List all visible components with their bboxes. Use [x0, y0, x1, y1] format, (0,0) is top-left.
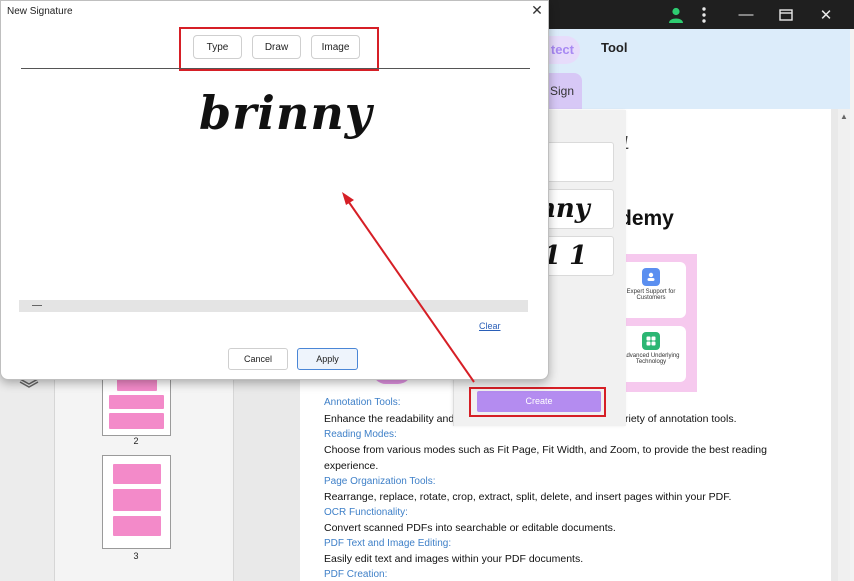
body-text: Convert scanned PDFs into searchable or … — [324, 522, 616, 534]
scroll-up-icon[interactable]: ▲ — [838, 112, 850, 121]
new-signature-dialog: New Signature ✕ Type Draw Image brinny C… — [0, 0, 549, 380]
body-text: experience. — [324, 460, 379, 472]
section-heading: PDF Creation: — [324, 569, 388, 580]
draw-mode-button[interactable]: Draw — [252, 35, 301, 59]
body-text: Rearrange, replace, rotate, crop, extrac… — [324, 491, 732, 503]
thumbnail-number: 3 — [133, 551, 139, 561]
signature-preview[interactable]: brinny — [199, 86, 373, 140]
close-window-icon[interactable]: ✕ — [806, 0, 846, 29]
feature-card: Advanced Underlying Technology — [616, 326, 686, 382]
section-heading: Page Organization Tools: — [324, 476, 436, 487]
feature-label: Advanced Underlying Technology — [622, 353, 680, 365]
section-heading: OCR Functionality: — [324, 507, 408, 518]
grid-icon — [642, 332, 660, 350]
body-text: Easily edit text and images within your … — [324, 553, 584, 565]
create-button[interactable]: Create — [477, 391, 601, 412]
clear-link[interactable]: Clear — [479, 321, 501, 331]
image-mode-button[interactable]: Image — [311, 35, 360, 59]
page-thumbnail[interactable] — [102, 372, 171, 436]
support-icon — [642, 268, 660, 286]
section-heading: Reading Modes: — [324, 429, 397, 440]
minimize-icon[interactable]: — — [726, 0, 766, 29]
body-text: Enhance the readability and in — [324, 413, 466, 425]
body-text: Choose from various modes such as Fit Pa… — [324, 444, 767, 456]
vertical-dots-icon[interactable] — [684, 0, 724, 29]
vertical-scrollbar[interactable] — [838, 109, 850, 581]
section-heading: PDF Text and Image Editing: — [324, 538, 452, 549]
document-heading: demy — [619, 207, 674, 230]
page-thumbnail[interactable] — [102, 455, 171, 549]
signature-toolbar[interactable] — [19, 300, 528, 312]
thumbnail-number: 2 — [133, 436, 139, 446]
feature-label: Expert Support for Customers — [626, 289, 676, 301]
body-text: riety of annotation tools. — [625, 413, 737, 425]
maximize-icon[interactable] — [766, 0, 806, 29]
tab-tool[interactable]: Tool — [601, 40, 627, 55]
apply-button[interactable]: Apply — [297, 348, 358, 370]
cancel-button[interactable]: Cancel — [228, 348, 288, 370]
divider — [21, 68, 530, 69]
section-heading: Annotation Tools: — [324, 397, 401, 408]
type-mode-button[interactable]: Type — [193, 35, 242, 59]
feature-card: Expert Support for Customers — [616, 262, 686, 318]
close-icon[interactable]: ✕ — [529, 2, 545, 18]
line-weight-icon[interactable] — [32, 305, 42, 306]
dialog-title: New Signature — [7, 6, 73, 17]
